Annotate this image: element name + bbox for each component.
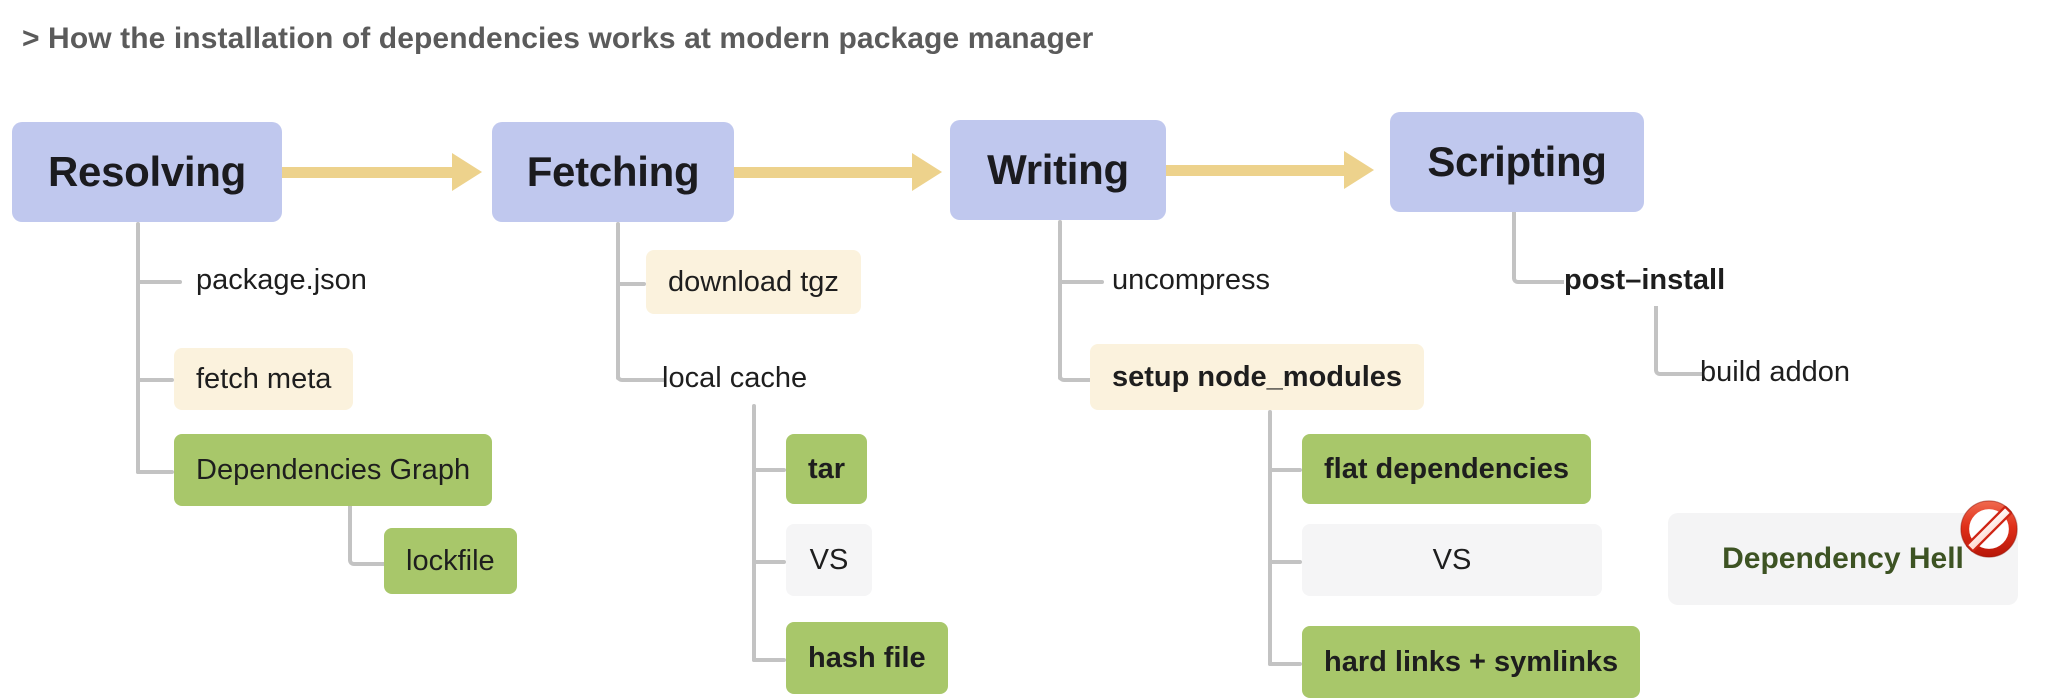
node-label: hash file	[808, 641, 926, 674]
node-tar[interactable]: tar	[786, 434, 868, 504]
connector-resolving-to-depsgraph	[136, 470, 174, 474]
stage-label-resolving: Resolving	[47, 148, 246, 195]
node-package-json[interactable]: package.json	[196, 256, 367, 304]
stage-box-writing[interactable]: Writing	[950, 120, 1166, 220]
connector-localcache-to-tar	[752, 468, 786, 472]
node-label: build addon	[1700, 355, 1850, 388]
node-uncompress[interactable]: uncompress	[1112, 256, 1270, 304]
node-setup-node-modules[interactable]: setup node_modules	[1090, 344, 1425, 410]
connector-setupnm-to-vs	[1268, 560, 1302, 564]
connector-scripting-to-postinstall	[1512, 212, 1564, 284]
stage-box-fetching[interactable]: Fetching	[492, 122, 734, 222]
connector-localcache-to-hashfile	[752, 658, 786, 662]
node-label: VS	[809, 543, 849, 576]
page-title: > How the installation of dependencies w…	[22, 22, 1094, 55]
node-label: local cache	[662, 361, 808, 394]
node-label: Dependencies Graph	[196, 453, 471, 486]
stage-label-scripting: Scripting	[1427, 138, 1607, 185]
node-label: lockfile	[406, 544, 495, 577]
dependency-hell-label: Dependency Hell	[1722, 542, 1964, 575]
node-label: setup node_modules	[1112, 360, 1403, 393]
connector-postinstall-to-buildaddon	[1654, 306, 1704, 376]
node-post-install[interactable]: post–install	[1564, 256, 1725, 304]
connector-writing-to-uncompress	[1058, 280, 1104, 284]
node-label: tar	[808, 452, 846, 485]
connector-depsgraph-to-lockfile	[348, 506, 388, 566]
node-flat-dependencies[interactable]: flat dependencies	[1302, 434, 1591, 504]
node-label: package.json	[196, 263, 367, 296]
connector-resolving-to-packagejson	[136, 280, 182, 284]
stage-label-fetching: Fetching	[526, 148, 700, 195]
connector-resolving-spine	[136, 222, 140, 474]
connector-localcache-to-vs	[752, 560, 786, 564]
node-dependencies-graph[interactable]: Dependencies Graph	[174, 434, 493, 506]
diagram-canvas: > How the installation of dependencies w…	[0, 0, 2048, 698]
node-label: hard links + symlinks	[1324, 645, 1619, 678]
stage-label-writing: Writing	[987, 146, 1129, 193]
node-hash-file[interactable]: hash file	[786, 622, 948, 694]
stage-box-scripting[interactable]: Scripting	[1390, 112, 1644, 212]
connector-fetching-to-localcache	[616, 322, 666, 382]
node-build-addon[interactable]: build addon	[1700, 348, 1850, 396]
node-vs-writing[interactable]: VS	[1302, 524, 1602, 596]
connector-fetching-to-download	[616, 282, 646, 286]
node-label: flat dependencies	[1324, 452, 1569, 485]
node-label: VS	[1432, 543, 1472, 576]
node-local-cache[interactable]: local cache	[662, 354, 807, 402]
node-lockfile[interactable]: lockfile	[384, 528, 517, 594]
connector-setupnm-to-hardlinks	[1268, 662, 1302, 666]
node-label: uncompress	[1112, 263, 1270, 296]
node-label: post–install	[1564, 263, 1726, 296]
connector-setupnm-to-flatdeps	[1268, 468, 1302, 472]
no-entry-icon	[1958, 498, 2020, 560]
node-vs-cache[interactable]: VS	[786, 524, 872, 596]
node-label: fetch meta	[196, 362, 332, 395]
node-label: download tgz	[668, 265, 839, 298]
connector-localcache-spine	[752, 404, 756, 662]
stage-box-resolving[interactable]: Resolving	[12, 122, 282, 222]
node-fetch-meta[interactable]: fetch meta	[174, 348, 354, 410]
connector-setupnm-spine	[1268, 410, 1272, 666]
node-hard-links-symlinks[interactable]: hard links + symlinks	[1302, 626, 1641, 698]
connector-resolving-to-fetchmeta	[136, 378, 174, 382]
node-download-tgz[interactable]: download tgz	[646, 250, 861, 314]
